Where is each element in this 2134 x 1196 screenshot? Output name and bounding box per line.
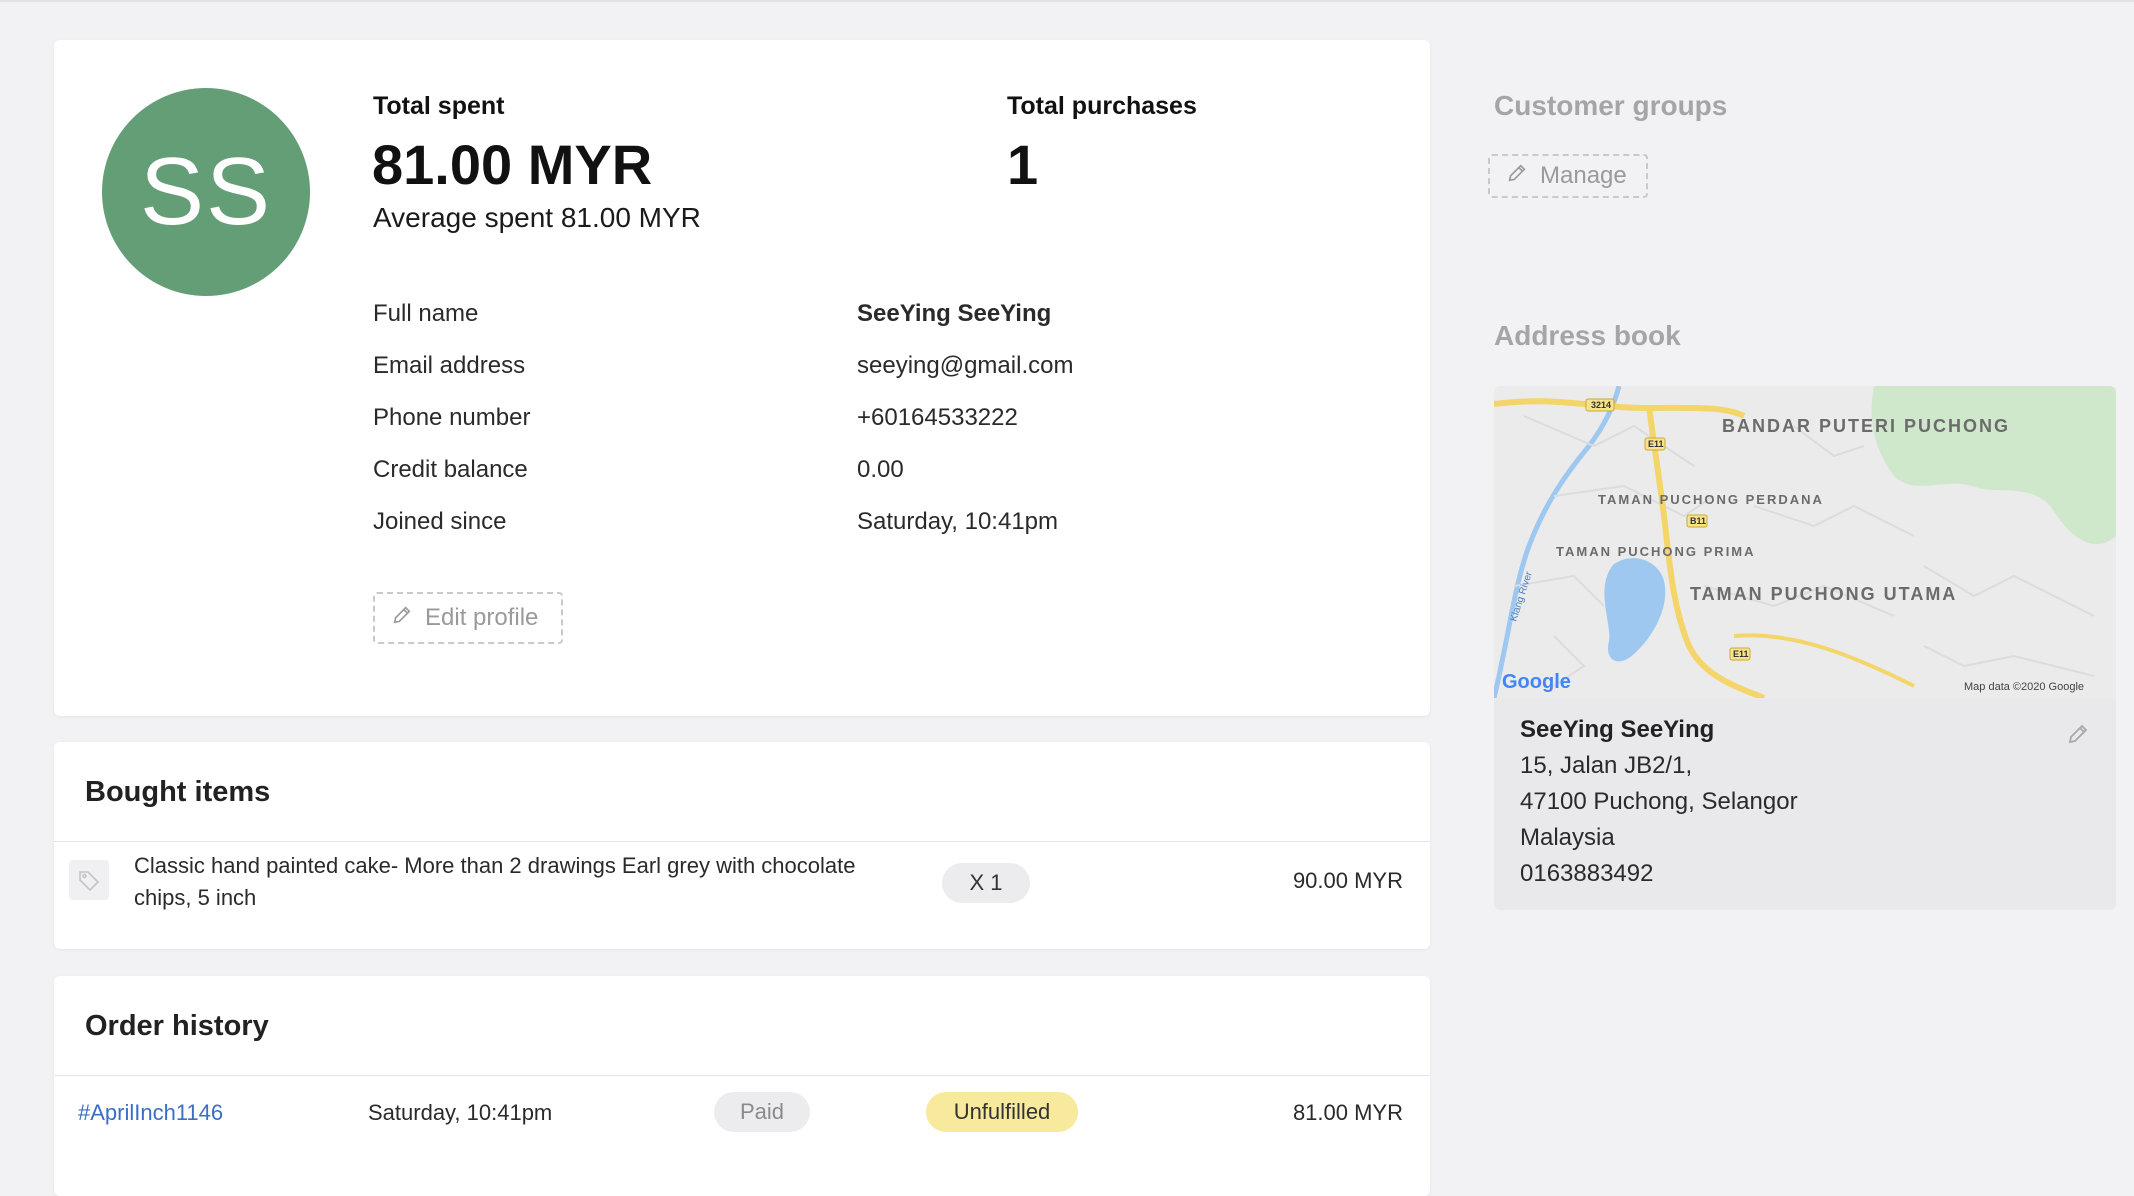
fulfillment-status-badge: Unfulfilled (926, 1092, 1078, 1132)
address-line-1: 15, Jalan JB2/1, (1520, 752, 1693, 779)
credit-balance-label: Credit balance (373, 456, 528, 483)
avatar: SS (102, 88, 310, 296)
map-label-bandar-puteri-puchong: BANDAR PUTERI PUCHONG (1722, 416, 2010, 436)
address-country: Malaysia (1520, 824, 1615, 851)
full-name-label: Full name (373, 300, 479, 327)
email-value: seeying@gmail.com (857, 352, 1074, 379)
map-label-taman-puchong-perdana: TAMAN PUCHONG PERDANA (1598, 492, 1824, 507)
quantity-badge: X 1 (942, 863, 1030, 903)
order-id-link[interactable]: #AprilInch1146 (78, 1100, 223, 1126)
section-divider (54, 841, 1430, 842)
bought-item-price: 90.00 MYR (1292, 868, 1403, 893)
bought-items-card: Bought items Classic hand painted cake- … (54, 742, 1430, 949)
joined-since-label: Joined since (373, 508, 507, 535)
credit-balance-value: 0.00 (857, 456, 904, 483)
average-spent: Average spent 81.00 MYR (373, 202, 701, 233)
order-total: 81.00 MYR (1292, 1100, 1403, 1125)
road-label-e11-south: E11 (1733, 649, 1749, 659)
map-attribution: Map data ©2020 Google (1964, 681, 2084, 693)
phone-value: +60164533222 (857, 404, 1018, 431)
phone-label: Phone number (373, 404, 531, 431)
road-label-e11: E11 (1648, 439, 1664, 449)
address-book-title: Address book (1494, 320, 1681, 351)
total-spent-label: Total spent (373, 92, 505, 120)
manage-label: Manage (1540, 162, 1627, 189)
map-label-taman-puchong-utama: TAMAN PUCHONG UTAMA (1690, 584, 1957, 604)
address-phone: 0163883492 (1520, 860, 1654, 887)
edit-profile-button[interactable]: Edit profile (373, 592, 563, 644)
joined-since-value: Saturday, 10:41pm (857, 508, 1059, 535)
order-date: Saturday, 10:41pm (368, 1100, 553, 1125)
edit-profile-label: Edit profile (425, 604, 539, 631)
edit-address-pencil-icon[interactable] (2066, 722, 2090, 751)
pencil-icon (391, 604, 413, 633)
road-label-b11: B11 (1690, 516, 1706, 526)
address-line-2: 47100 Puchong, Selangor (1520, 788, 1798, 815)
road-label-3214: 3214 (1591, 400, 1611, 410)
manage-groups-button[interactable]: Manage (1488, 154, 1648, 198)
total-purchases-value: 1 (1007, 133, 1039, 196)
total-spent-value: 81.00 MYR (372, 133, 653, 196)
tag-icon (69, 860, 109, 900)
pencil-icon (1506, 162, 1528, 191)
address-map[interactable]: 3214 E11 B11 E11 BANDAR PUTERI PUCHONG T… (1494, 386, 2116, 698)
customer-profile-card: SS Total spent 81.00 MYR Average spent 8… (54, 40, 1430, 716)
full-name-value: SeeYing SeeYing (857, 300, 1052, 327)
map-label-taman-puchong-prima: TAMAN PUCHONG PRIMA (1556, 544, 1756, 559)
order-history-card: Order history #AprilInch1146 Saturday, 1… (54, 976, 1430, 1196)
section-divider (54, 1075, 1430, 1076)
payment-status-badge: Paid (714, 1092, 810, 1132)
address-card: 3214 E11 B11 E11 BANDAR PUTERI PUCHONG T… (1494, 386, 2116, 910)
google-logo: Google (1502, 671, 1571, 693)
email-label: Email address (373, 352, 526, 379)
top-divider (0, 0, 2134, 2)
address-name: SeeYing SeeYing (1520, 716, 1715, 743)
bought-item-name[interactable]: Classic hand painted cake- More than 2 d… (134, 850, 914, 914)
bought-items-title: Bought items (85, 776, 271, 808)
total-purchases-label: Total purchases (1007, 92, 1197, 120)
order-history-title: Order history (85, 1010, 269, 1042)
customer-groups-title: Customer groups (1494, 90, 1728, 121)
